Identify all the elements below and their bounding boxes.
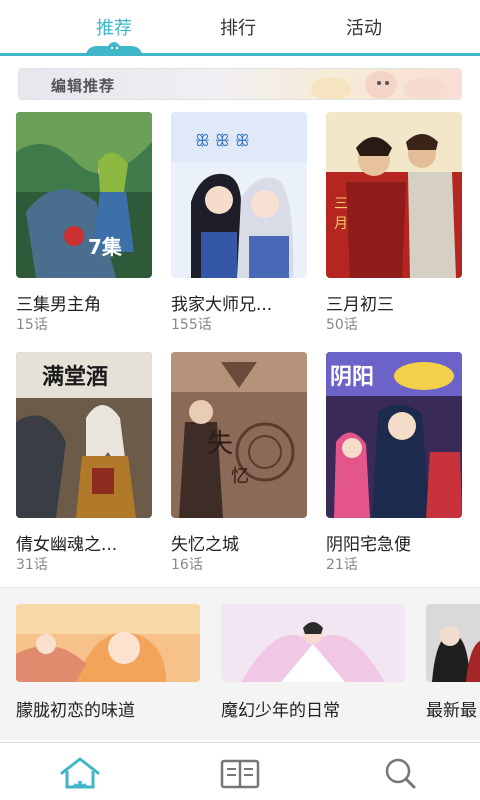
comic-title: 我家大师兄... bbox=[171, 295, 273, 315]
comic-episode-count: 31话 bbox=[16, 557, 48, 573]
featured-title: 最新最 bbox=[426, 701, 477, 721]
bottom-nav bbox=[0, 742, 480, 800]
editor-picks-banner: 编辑推荐 bbox=[18, 68, 462, 100]
comic-cover[interactable]: ꕥ ꕥ ꕥ bbox=[171, 112, 307, 278]
comic-cover[interactable]: 阴阳 bbox=[326, 352, 462, 518]
comic-cover[interactable]: 失 忆 bbox=[171, 352, 307, 518]
book-icon[interactable] bbox=[216, 753, 264, 793]
comic-title: 失忆之城 bbox=[171, 535, 239, 555]
svg-text:月: 月 bbox=[334, 216, 348, 232]
svg-text:阴阳: 阴阳 bbox=[330, 365, 374, 390]
tab-recommend[interactable]: 推荐 bbox=[96, 14, 132, 40]
svg-text:满堂酒: 满堂酒 bbox=[42, 364, 108, 390]
featured-cover[interactable] bbox=[221, 604, 405, 682]
featured-cover[interactable] bbox=[16, 604, 200, 682]
svg-text:失: 失 bbox=[207, 429, 233, 459]
home-icon[interactable] bbox=[56, 753, 104, 793]
tab-ranking[interactable]: 排行 bbox=[220, 14, 256, 40]
featured-strip[interactable]: 朦胧初恋的味道 魔幻少年的日常 最新最 bbox=[0, 588, 480, 740]
search-icon[interactable] bbox=[376, 753, 424, 793]
comic-cover[interactable]: 满堂酒 bbox=[16, 352, 152, 518]
comic-episode-count: 15话 bbox=[16, 317, 48, 333]
featured-title: 魔幻少年的日常 bbox=[221, 701, 340, 721]
tab-events[interactable]: 活动 bbox=[346, 14, 382, 40]
comic-cover[interactable]: 三 月 bbox=[326, 112, 462, 278]
svg-text:7集: 7集 bbox=[88, 235, 123, 259]
svg-text:三: 三 bbox=[334, 196, 348, 212]
comic-title: 倩女幽魂之... bbox=[16, 535, 118, 555]
comic-title: 阴阳宅急便 bbox=[326, 535, 411, 555]
comic-episode-count: 50话 bbox=[326, 317, 358, 333]
comic-episode-count: 155话 bbox=[171, 317, 212, 333]
banner-title: 编辑推荐 bbox=[51, 77, 116, 95]
comic-episode-count: 21话 bbox=[326, 557, 358, 573]
comic-title: 三集男主角 bbox=[16, 295, 101, 315]
featured-title: 朦胧初恋的味道 bbox=[16, 701, 135, 721]
comic-title: 三月初三 bbox=[326, 295, 394, 315]
top-tab-bar: 推荐 排行 活动 bbox=[0, 0, 480, 56]
banner-illustration bbox=[311, 71, 448, 99]
comic-episode-count: 16话 bbox=[171, 557, 203, 573]
featured-cover[interactable] bbox=[426, 604, 480, 682]
svg-text:忆: 忆 bbox=[231, 466, 249, 487]
comic-cover[interactable]: 7集 bbox=[16, 112, 152, 278]
active-tab-indicator bbox=[86, 42, 142, 54]
tab-underline bbox=[0, 53, 480, 56]
svg-text:ꕥ ꕥ ꕥ: ꕥ ꕥ ꕥ bbox=[195, 131, 250, 150]
